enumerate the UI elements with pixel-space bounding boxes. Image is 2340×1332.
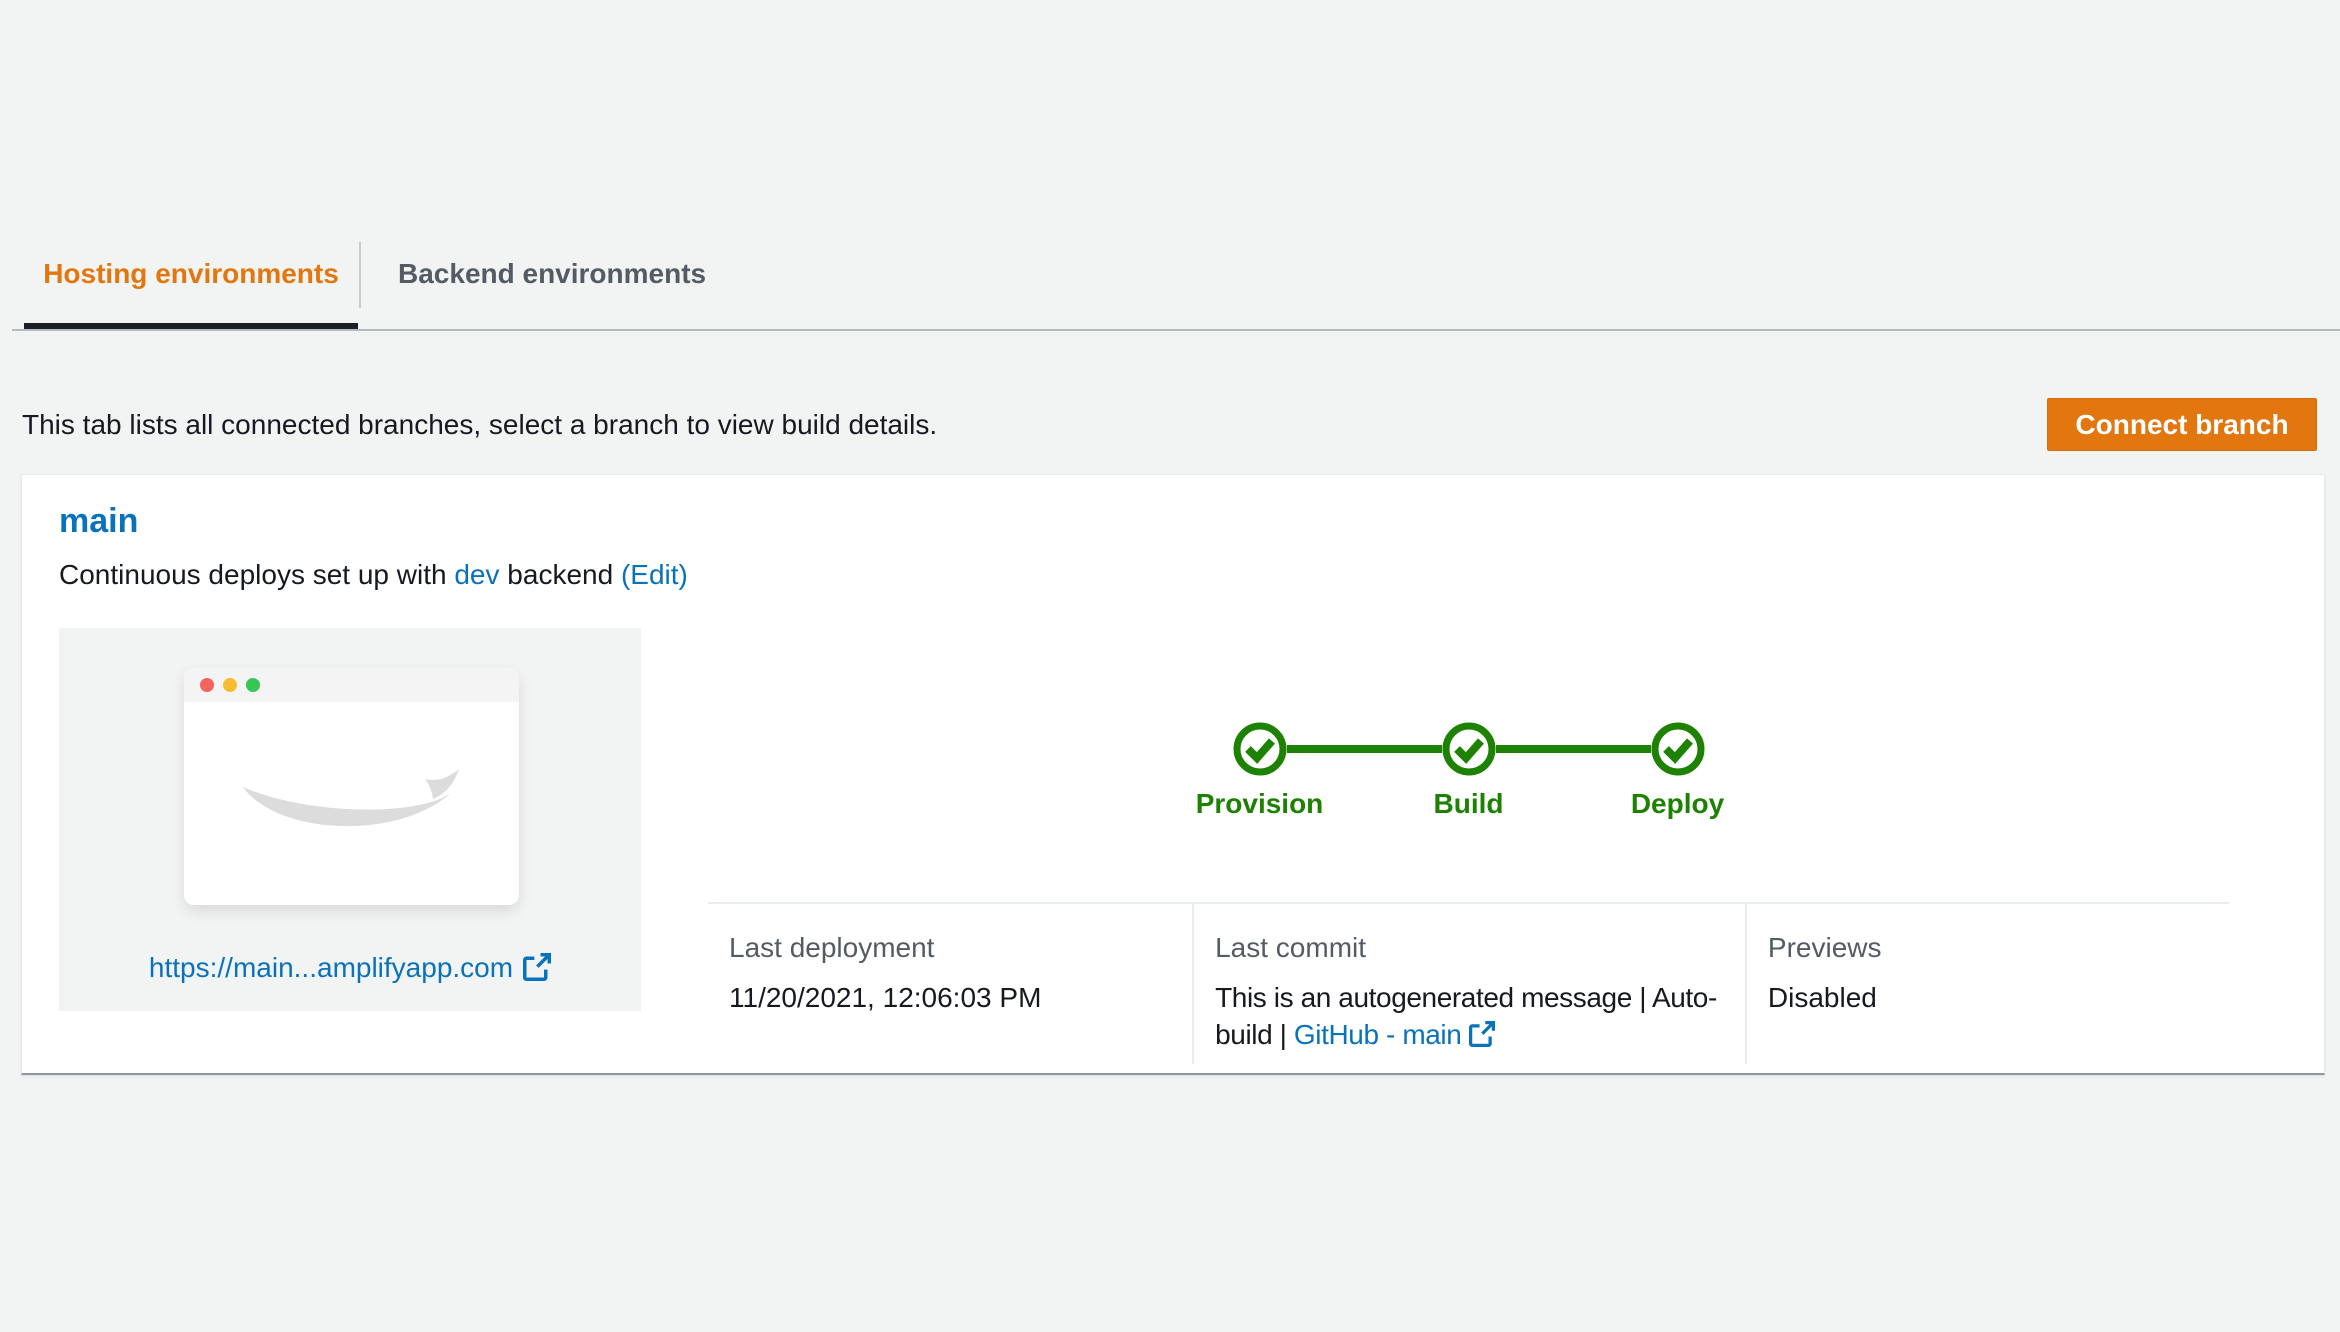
pipeline-connector	[1495, 745, 1651, 753]
pipeline-step-label: Deploy	[1630, 788, 1725, 819]
pipeline-step-provision: Provision	[1196, 722, 1323, 819]
amplify-console-page: { "tabs": { "hosting": "Hosting environm…	[0, 0, 2340, 1332]
branch-details: Last deployment 11/20/2021, 12:06:03 PM …	[708, 902, 2229, 1064]
browser-titlebar	[184, 668, 519, 702]
branch-card[interactable]: main Continuous deploys set up with dev …	[21, 474, 2325, 1075]
pipeline-step-build: Build	[1434, 722, 1504, 819]
tab-description: This tab lists all connected branches, s…	[22, 409, 938, 440]
commit-message-line1: This is an autogenerated message | Auto-	[1215, 982, 1717, 1013]
check-circle-icon	[1442, 722, 1495, 776]
check-circle-icon	[1651, 722, 1704, 776]
last-commit-label: Last commit	[1215, 932, 1367, 963]
github-main-link[interactable]: GitHub - main	[1294, 1019, 1462, 1050]
connect-branch-button[interactable]: Connect branch	[2047, 398, 2317, 451]
last-deployment-cell: Last deployment 11/20/2021, 12:06:03 PM	[708, 904, 1192, 1064]
browser-minimize-dot-icon	[223, 678, 237, 692]
previews-value: Disabled	[1767, 982, 1877, 1013]
amazon-smile-icon	[242, 768, 459, 826]
edit-backend-link[interactable]: (Edit)	[621, 559, 688, 590]
branch-url-link[interactable]: https://main...amplifyapp.com	[149, 952, 513, 983]
tab-backend-environments[interactable]: Backend environments	[398, 256, 706, 292]
tab-divider	[359, 242, 361, 308]
branch-name-link[interactable]: main	[59, 502, 138, 540]
commit-line2-prefix: build |	[1215, 1019, 1294, 1050]
pipeline-step-deploy: Deploy	[1631, 722, 1724, 819]
last-commit-cell: Last commit This is an autogenerated mes…	[1192, 904, 1745, 1064]
pipeline-step-label: Provision	[1195, 788, 1324, 819]
external-link-icon	[1469, 1021, 1496, 1047]
branch-name-heading: main	[59, 499, 138, 543]
previews-cell: Previews Disabled	[1744, 904, 2229, 1064]
previews-label: Previews	[1767, 932, 1882, 963]
tab-hosting-environments[interactable]: Hosting environments	[24, 256, 358, 292]
check-circle-icon	[1233, 722, 1286, 776]
external-link-icon	[523, 953, 552, 981]
deployment-pipeline: Provision Build Deploy	[708, 722, 2229, 819]
last-deployment-value: 11/20/2021, 12:06:03 PM	[729, 982, 1042, 1013]
branch-preview-thumbnail: https://main...amplifyapp.com	[59, 628, 641, 1011]
browser-close-dot-icon	[200, 678, 214, 692]
branch-url-row: https://main...amplifyapp.com	[59, 950, 641, 986]
last-deployment-label: Last deployment	[729, 932, 935, 963]
subtitle-middle: backend	[507, 559, 614, 590]
tabs-bottom-divider	[12, 329, 2340, 331]
backend-dev-link[interactable]: dev	[454, 559, 499, 590]
browser-maximize-dot-icon	[246, 678, 260, 692]
commit-message-line2: build | GitHub - main	[1215, 1016, 1717, 1053]
pipeline-connector	[1286, 745, 1442, 753]
pipeline-step-label: Build	[1433, 788, 1504, 819]
subtitle-prefix: Continuous deploys set up with	[59, 559, 447, 590]
browser-mockup	[184, 668, 519, 905]
last-commit-value: This is an autogenerated message | Auto-…	[1215, 979, 1717, 1053]
browser-content	[184, 702, 519, 905]
branch-subtitle: Continuous deploys set up with dev backe…	[59, 557, 688, 593]
